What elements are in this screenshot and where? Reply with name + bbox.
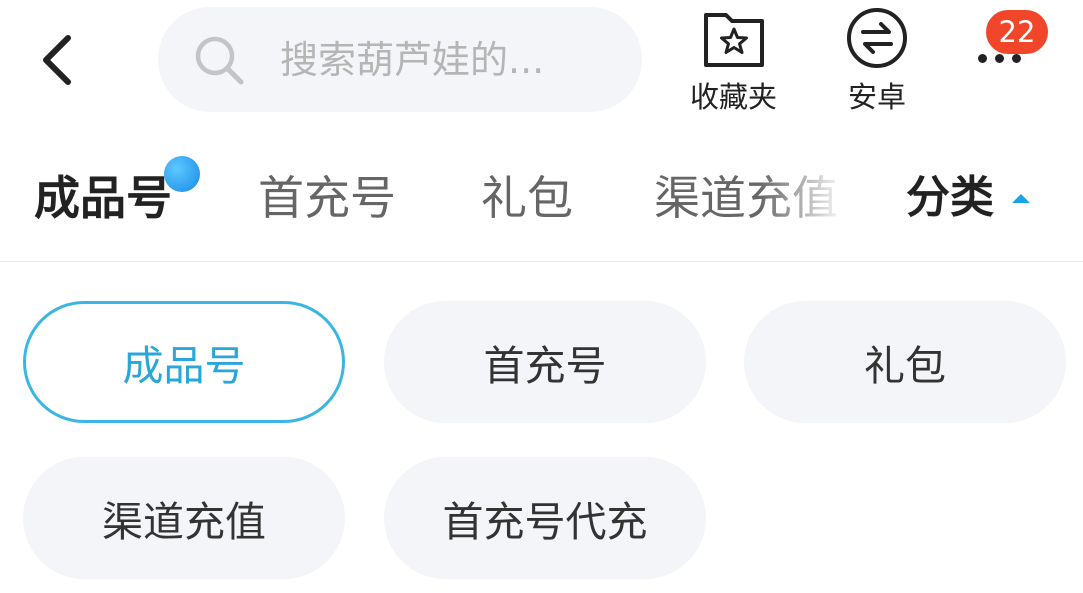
chip-label: 成品号 <box>122 342 246 390</box>
chip-qudaochongzhi[interactable]: 渠道充值 <box>23 457 345 579</box>
tab-shouchonghao[interactable]: 首充号 <box>258 170 396 226</box>
chevron-left-icon <box>43 35 71 85</box>
chip-label: 礼包 <box>864 342 946 390</box>
more-menu-button[interactable]: 22 <box>968 6 1048 86</box>
favorites-button[interactable]: 收藏夹 <box>690 6 777 116</box>
tab-chengpinhao[interactable]: 成品号 <box>34 170 172 226</box>
chip-shouchonghao[interactable]: 首充号 <box>384 301 706 423</box>
notification-badge: 22 <box>986 10 1048 54</box>
chip-chengpinhao[interactable]: 成品号 <box>23 301 345 423</box>
chip-libao[interactable]: 礼包 <box>744 301 1066 423</box>
caret-up-icon <box>1012 193 1030 203</box>
tab-indicator-dot <box>164 156 200 192</box>
chip-label: 首充号 <box>483 342 607 390</box>
chip-shouchonghao-daichong[interactable]: 首充号代充 <box>384 457 706 579</box>
android-label: 安卓 <box>847 80 906 114</box>
android-button[interactable]: 安卓 <box>845 6 909 116</box>
chip-label: 首充号代充 <box>442 498 648 546</box>
search-bar[interactable] <box>158 7 642 112</box>
tab-qudaochongzhi[interactable]: 渠道充值 <box>654 170 846 226</box>
more-dots-icon <box>978 54 1021 63</box>
search-input[interactable] <box>278 36 602 83</box>
search-icon <box>192 33 246 87</box>
chip-label: 渠道充值 <box>102 498 266 546</box>
top-header: 收藏夹 安卓 22 <box>0 0 1083 130</box>
favorites-label: 收藏夹 <box>690 80 778 114</box>
category-toggle-label: 分类 <box>906 172 994 223</box>
category-toggle[interactable]: 分类 <box>906 170 1030 226</box>
switch-arrows-icon <box>845 6 909 70</box>
tab-libao[interactable]: 礼包 <box>481 170 573 226</box>
back-button[interactable] <box>28 28 88 92</box>
star-folder-icon <box>702 6 766 70</box>
